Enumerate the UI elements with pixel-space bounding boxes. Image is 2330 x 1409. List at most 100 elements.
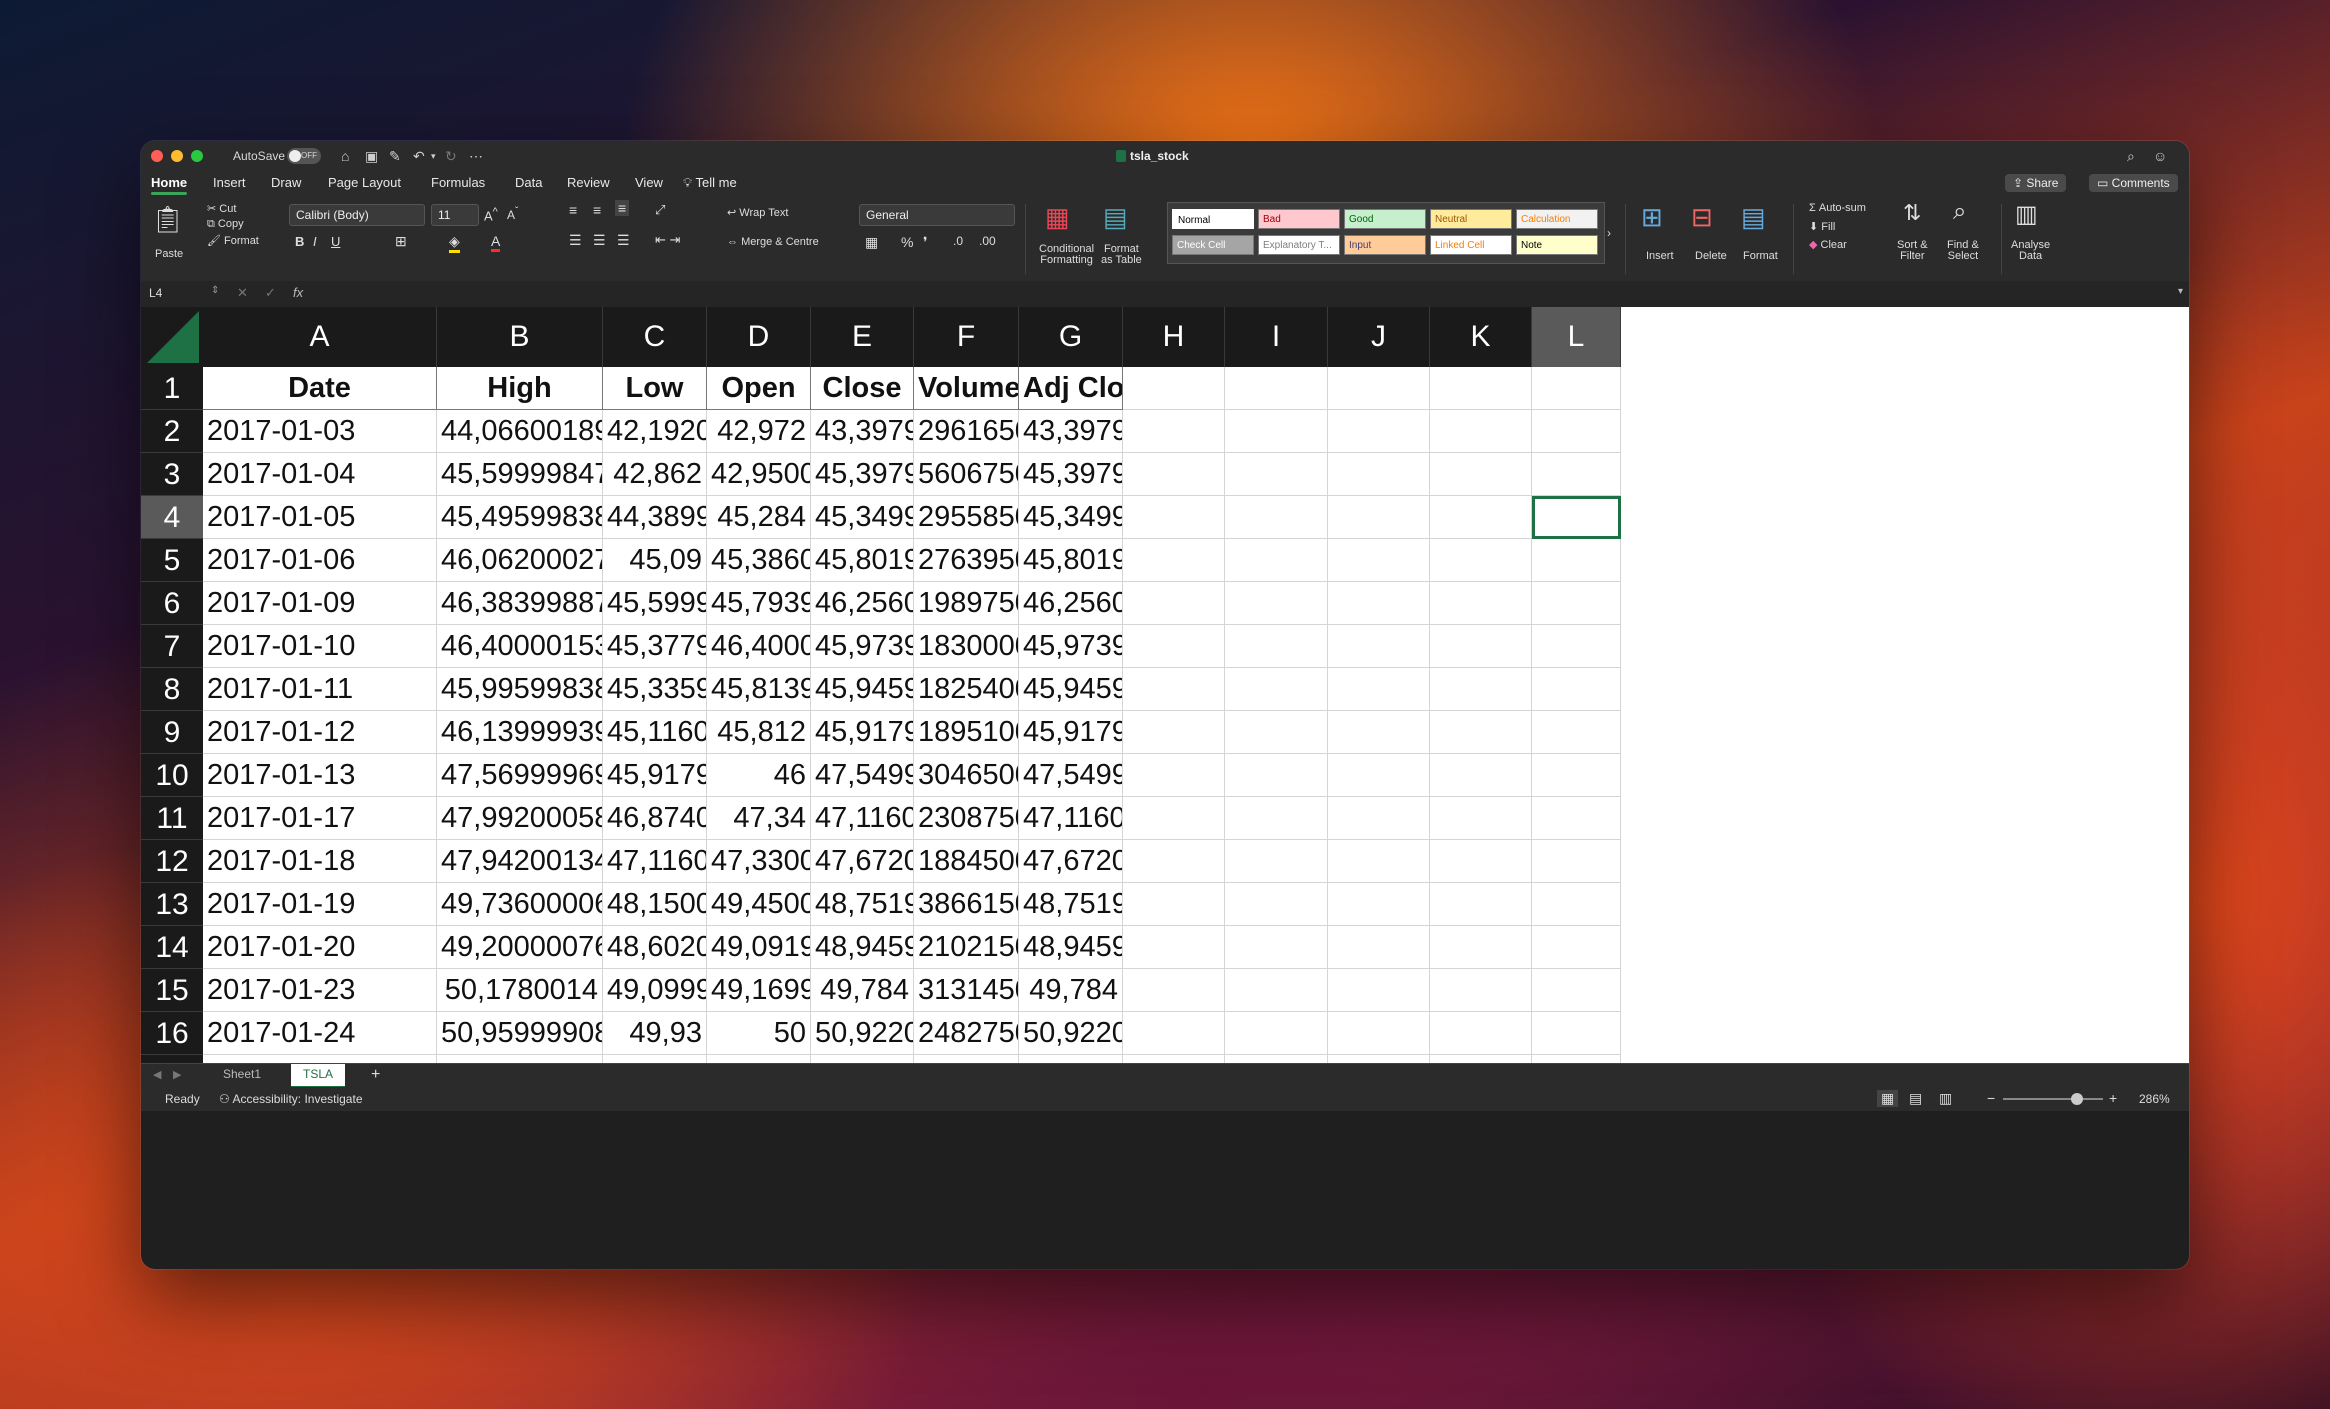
value-cell[interactable]: 48,751999 <box>811 883 914 926</box>
fill-button[interactable]: ⬇ Fill <box>1809 220 1835 233</box>
header-cell[interactable]: Volume <box>914 367 1019 410</box>
minimize-window-button[interactable] <box>171 150 183 162</box>
value-cell[interactable]: 48,150002 <box>603 883 707 926</box>
row-header[interactable]: 15 <box>141 969 203 1012</box>
value-cell[interactable]: 25713000 <box>914 1055 1019 1063</box>
empty-cell[interactable] <box>1532 797 1621 840</box>
value-cell[interactable]: 24827500 <box>914 1012 1019 1055</box>
value-cell[interactable]: 18951000 <box>914 711 1019 754</box>
column-header-k[interactable]: K <box>1430 307 1532 367</box>
value-cell[interactable]: 46,256001 <box>811 582 914 625</box>
value-cell[interactable]: 46,06200027 <box>437 539 603 582</box>
undo-dropdown-icon[interactable]: ▾ <box>431 148 436 164</box>
cell-style-option[interactable]: Calculation <box>1516 209 1598 229</box>
empty-cell[interactable] <box>1328 539 1430 582</box>
autosave-toggle[interactable]: OFF <box>287 148 321 164</box>
empty-cell[interactable] <box>1123 668 1225 711</box>
value-cell[interactable]: 47,116001 <box>603 840 707 883</box>
value-cell[interactable]: 48,945999 <box>1019 926 1123 969</box>
value-cell[interactable]: 47,94200134 <box>437 840 603 883</box>
empty-cell[interactable] <box>1430 668 1532 711</box>
value-cell[interactable]: 18300000 <box>914 625 1019 668</box>
column-header-d[interactable]: D <box>707 307 811 367</box>
analyse-data-icon[interactable]: ▥ <box>2015 200 2038 229</box>
date-cell[interactable]: 2017-01-04 <box>203 453 437 496</box>
cancel-icon[interactable]: ✕ <box>237 285 248 301</box>
value-cell[interactable]: 50 <box>707 1012 811 1055</box>
date-cell[interactable]: 2017-01-18 <box>203 840 437 883</box>
value-cell[interactable]: 45,397999 <box>1019 453 1123 496</box>
header-cell[interactable]: Open <box>707 367 811 410</box>
empty-cell[interactable] <box>1225 453 1328 496</box>
more-icon[interactable]: ⋯ <box>469 148 483 164</box>
close-window-button[interactable] <box>151 150 163 162</box>
value-cell[interactable]: 43,397999 <box>1019 410 1123 453</box>
clear-button[interactable]: ◆ Clear <box>1809 238 1847 251</box>
empty-cell[interactable] <box>1532 926 1621 969</box>
column-header-i[interactable]: I <box>1225 307 1328 367</box>
empty-cell[interactable] <box>1430 1055 1532 1063</box>
undo-icon[interactable]: ↶ <box>413 148 425 164</box>
row-header[interactable]: 4 <box>141 496 203 539</box>
value-cell[interactable]: 45,801998 <box>1019 539 1123 582</box>
next-sheet-icon[interactable]: ▶ <box>173 1068 181 1081</box>
comma-icon[interactable]: ❜ <box>923 234 928 251</box>
tab-view[interactable]: View <box>635 175 663 190</box>
name-box[interactable]: L4 <box>149 286 162 300</box>
value-cell[interactable]: 49,93 <box>603 1012 707 1055</box>
value-cell[interactable]: 45,813999 <box>707 668 811 711</box>
empty-cell[interactable] <box>1123 969 1225 1012</box>
date-cell[interactable]: 2017-01-05 <box>203 496 437 539</box>
empty-cell[interactable] <box>1532 840 1621 883</box>
value-cell[interactable]: 47,330002 <box>707 840 811 883</box>
empty-cell[interactable] <box>1123 496 1225 539</box>
styles-expand-icon[interactable]: › <box>1607 226 1611 240</box>
empty-cell[interactable] <box>1328 883 1430 926</box>
value-cell[interactable]: 18845000 <box>914 840 1019 883</box>
format-painter-button[interactable]: 🖌︎ Format <box>207 234 259 247</box>
date-cell[interactable]: 2017-01-24 <box>203 1012 437 1055</box>
column-header-g[interactable]: G <box>1019 307 1123 367</box>
value-cell[interactable]: 45,99599838 <box>437 668 603 711</box>
formula-input[interactable] <box>319 284 2179 304</box>
font-color-icon[interactable]: A <box>491 233 501 252</box>
value-cell[interactable]: 45,945999 <box>1019 668 1123 711</box>
autosum-button[interactable]: Σ Auto-sum <box>1809 202 1866 214</box>
sheet-tab[interactable]: TSLA <box>291 1064 346 1088</box>
align-top-icon[interactable]: ≡ <box>569 202 577 218</box>
value-cell[interactable]: 45,917999 <box>603 754 707 797</box>
empty-cell[interactable] <box>1430 496 1532 539</box>
value-cell[interactable]: 46,400002 <box>707 625 811 668</box>
value-cell[interactable]: 44,389999 <box>603 496 707 539</box>
value-cell[interactable]: 45,945999 <box>811 668 914 711</box>
paste-button[interactable]: Paste <box>155 248 183 260</box>
value-cell[interactable]: 29616500 <box>914 410 1019 453</box>
cell-style-option[interactable]: Note <box>1516 235 1598 255</box>
tab-formulas[interactable]: Formulas <box>431 175 485 190</box>
column-header-a[interactable]: A <box>203 307 437 367</box>
value-cell[interactable]: 38661500 <box>914 883 1019 926</box>
date-cell[interactable]: 2017-01-20 <box>203 926 437 969</box>
header-cell[interactable]: Date <box>203 367 437 410</box>
empty-cell[interactable] <box>1123 840 1225 883</box>
font-size-select[interactable]: 11 <box>431 204 479 226</box>
fill-color-icon[interactable]: ◈ <box>449 233 460 253</box>
empty-cell[interactable] <box>1430 883 1532 926</box>
align-center-icon[interactable]: ☰ <box>593 232 606 249</box>
normal-view-icon[interactable]: ▦ <box>1877 1090 1899 1107</box>
empty-cell[interactable] <box>1123 1055 1225 1063</box>
bold-button[interactable]: B <box>295 234 304 249</box>
value-cell[interactable]: 46,13999939 <box>437 711 603 754</box>
empty-cell[interactable] <box>1532 453 1621 496</box>
align-left-icon[interactable]: ☰ <box>569 232 582 249</box>
value-cell[interactable]: 51,69200134 <box>437 1055 603 1063</box>
value-cell[interactable]: 42,950001 <box>707 453 811 496</box>
comments-button[interactable]: ▭ Comments <box>2089 174 2178 192</box>
value-cell[interactable]: 45,349998 <box>811 496 914 539</box>
value-cell[interactable]: 42,972 <box>707 410 811 453</box>
value-cell[interactable]: 48,945999 <box>811 926 914 969</box>
row-header[interactable]: 7 <box>141 625 203 668</box>
column-header-b[interactable]: B <box>437 307 603 367</box>
tab-page-layout[interactable]: Page Layout <box>328 175 401 190</box>
row-header[interactable]: 8 <box>141 668 203 711</box>
